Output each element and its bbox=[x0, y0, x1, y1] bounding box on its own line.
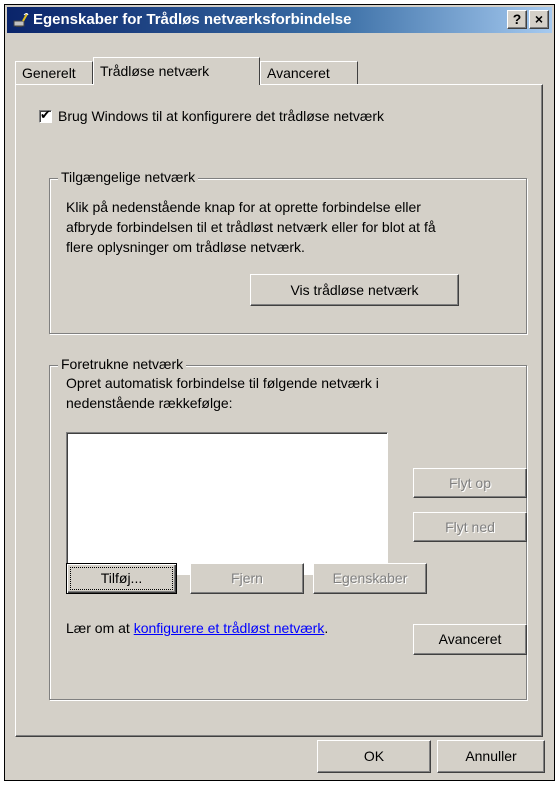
checkmark-icon: ✔ bbox=[40, 107, 51, 122]
configure-wireless-link[interactable]: konfigurere et trådløst netværk bbox=[134, 620, 325, 636]
properties-dialog: Egenskaber for Trådløs netværksforbindel… bbox=[4, 4, 555, 781]
tab-general[interactable]: Generelt bbox=[15, 61, 93, 84]
preferred-networks-group: Foretrukne netværk Opret automatisk forb… bbox=[49, 356, 527, 700]
cancel-button[interactable]: Annuller bbox=[437, 740, 545, 773]
learn-suffix: . bbox=[324, 620, 329, 636]
available-line-3: flere oplysninger om trådløse netværk. bbox=[66, 239, 305, 255]
preferred-description: Opret automatisk forbindelse til følgend… bbox=[66, 373, 379, 413]
help-button[interactable]: ? bbox=[507, 10, 527, 29]
available-line-2: afbryde forbindelsen til et trådløst net… bbox=[66, 219, 436, 235]
properties-button[interactable]: Egenskaber bbox=[313, 563, 427, 594]
preferred-advanced-button[interactable]: Avanceret bbox=[413, 624, 527, 655]
move-up-button[interactable]: Flyt op bbox=[413, 468, 527, 498]
use-windows-checkbox-row[interactable]: ✔ Brug Windows til at konfigurere det trå… bbox=[39, 107, 385, 124]
ok-button[interactable]: OK bbox=[317, 740, 431, 773]
network-connection-icon bbox=[13, 13, 29, 27]
available-networks-title: Tilgængelige netværk bbox=[58, 169, 199, 185]
available-networks-group: Tilgængelige netværk Klik på nedenståend… bbox=[49, 169, 527, 334]
preferred-line-1: Opret automatisk forbindelse til følgend… bbox=[66, 375, 379, 391]
available-line-1: Klik på nedenstående knap for at oprette… bbox=[66, 199, 421, 215]
use-windows-checkbox[interactable]: ✔ bbox=[39, 107, 52, 123]
preferred-networks-list[interactable] bbox=[66, 432, 388, 575]
show-wireless-networks-button[interactable]: Vis trådløse netværk bbox=[250, 274, 459, 306]
preferred-line-2: nedenstående rækkefølge: bbox=[66, 395, 233, 411]
tab-wireless-networks[interactable]: Trådløse netværk bbox=[93, 57, 260, 85]
preferred-networks-title: Foretrukne netværk bbox=[58, 356, 187, 372]
tab-panel: ✔ Brug Windows til at konfigurere det trå… bbox=[15, 84, 543, 737]
add-button[interactable]: Tilføj... bbox=[66, 563, 177, 594]
focus-ring bbox=[70, 567, 173, 590]
close-button[interactable]: × bbox=[529, 10, 549, 29]
tab-advanced[interactable]: Avanceret bbox=[260, 61, 358, 84]
move-down-button[interactable]: Flyt ned bbox=[413, 512, 527, 542]
available-description: Klik på nedenstående knap for at oprette… bbox=[66, 197, 436, 257]
remove-button[interactable]: Fjern bbox=[190, 563, 304, 594]
learn-more-text: Lær om at konfigurere et trådløst netvær… bbox=[66, 618, 328, 638]
title-bar[interactable]: Egenskaber for Trådløs netværksforbindel… bbox=[7, 7, 552, 33]
window-title: Egenskaber for Trådløs netværksforbindel… bbox=[33, 11, 352, 28]
use-windows-label: Brug Windows til at konfigurere det tråd… bbox=[58, 108, 385, 124]
learn-prefix: Lær om at bbox=[66, 620, 134, 636]
